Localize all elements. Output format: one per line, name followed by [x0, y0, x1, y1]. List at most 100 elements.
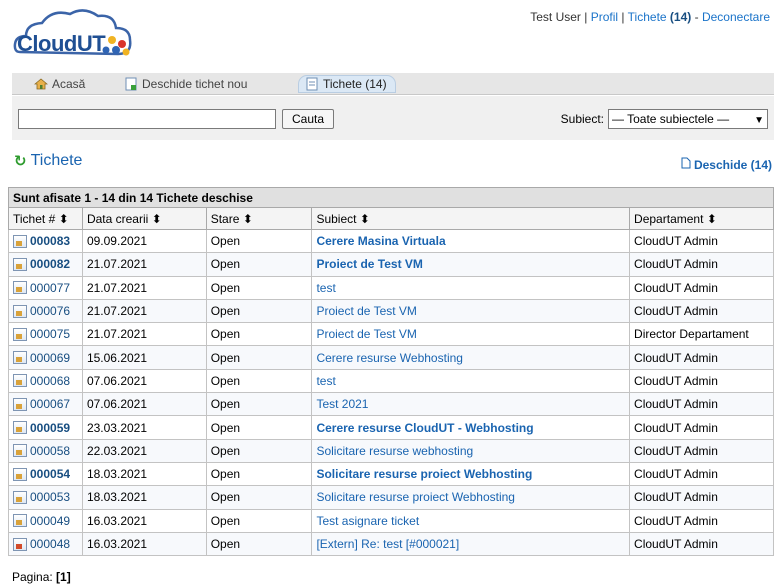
subject-cell: Cerere resurse CloudUT - Webhosting: [311, 415, 631, 440]
table-row[interactable]: 000075 21.07.2021 Open Proiect de Test VM Di…: [8, 322, 774, 347]
table-row[interactable]: 000076 21.07.2021 Open Proiect de Test VM Cl…: [8, 298, 774, 324]
subject-link[interactable]: test: [316, 374, 335, 388]
ticket-number-link[interactable]: 000082: [30, 257, 70, 271]
subject-link[interactable]: test: [316, 281, 335, 295]
ticket-number-cell: 000058: [8, 438, 83, 463]
ticket-number-link[interactable]: 000058: [30, 444, 70, 458]
ticket-status: Open: [205, 508, 313, 533]
created-date: 18.03.2021: [81, 485, 207, 510]
department: CloudUT Admin: [629, 368, 774, 394]
nav-home[interactable]: Acasă: [33, 75, 91, 93]
col-department[interactable]: Departament ⬍: [629, 207, 774, 230]
subject-link[interactable]: Test 2021: [316, 397, 368, 411]
cloudut-logo[interactable]: CloudUT: [12, 6, 172, 62]
ticket-number-link[interactable]: 000067: [30, 397, 70, 411]
nav-new-ticket[interactable]: Deschide tichet nou: [124, 75, 253, 93]
ticket-icon: [13, 467, 27, 481]
subject-link[interactable]: Proiect de Test VM: [316, 257, 422, 271]
pagination: Pagina: [1]: [12, 570, 71, 584]
subject-link[interactable]: [Extern] Re: test [#000021]: [316, 537, 459, 551]
col-status[interactable]: Stare ⬍: [205, 207, 313, 230]
ticket-number-link[interactable]: 000075: [30, 327, 70, 341]
department: CloudUT Admin: [629, 415, 774, 440]
search-input[interactable]: [18, 109, 276, 129]
table-row[interactable]: 000067 07.06.2021 Open Test 2021 CloudUT Adm…: [8, 392, 774, 417]
col-subject[interactable]: Subiect ⬍: [311, 207, 631, 230]
ticket-icon: [13, 514, 27, 528]
ticket-icon: [13, 304, 27, 318]
subject-cell: [Extern] Re: test [#000021]: [311, 531, 631, 557]
subject-cell: Proiect de Test VM: [311, 298, 631, 324]
table-row[interactable]: 000082 21.07.2021 Open Proiect de Test VM Cl…: [8, 252, 774, 277]
logo-text: CloudUT: [17, 31, 106, 56]
ticket-status: Open: [205, 368, 313, 394]
ticket-number-link[interactable]: 000049: [30, 514, 70, 528]
ticket-number-cell: 000048: [8, 531, 83, 557]
main-nav: Acasă Deschide tichet nou Tichete (14): [12, 73, 774, 95]
open-tickets-link[interactable]: Deschide (14): [681, 157, 772, 172]
created-date: 21.07.2021: [81, 322, 207, 347]
department: CloudUT Admin: [629, 461, 774, 487]
search-button[interactable]: Cauta: [282, 109, 334, 129]
ticket-number-link[interactable]: 000054: [30, 467, 70, 481]
table-row[interactable]: 000054 18.03.2021 Open Solicitare resurse p…: [8, 461, 774, 487]
table-row[interactable]: 000053 18.03.2021 Open Solicitare resurse p…: [8, 485, 774, 510]
ticket-status: Open: [205, 438, 313, 463]
ticket-number-link[interactable]: 000077: [30, 281, 70, 295]
ticket-number-link[interactable]: 000068: [30, 374, 70, 388]
ticket-number-link[interactable]: 000048: [30, 537, 70, 551]
profile-link[interactable]: Profil: [591, 10, 618, 24]
subject-link[interactable]: Cerere resurse Webhosting: [316, 351, 463, 365]
ticket-icon: [13, 421, 27, 435]
ticket-number-link[interactable]: 000053: [30, 490, 70, 504]
created-date: 15.06.2021: [81, 345, 207, 370]
ticket-number-cell: 000077: [8, 275, 83, 300]
created-date: 07.06.2021: [81, 392, 207, 417]
ticket-number-cell: 000076: [8, 298, 83, 324]
ticket-status: Open: [205, 345, 313, 370]
department: CloudUT Admin: [629, 252, 774, 277]
nav-tickets[interactable]: Tichete (14): [298, 75, 396, 93]
external-ticket-icon: [13, 537, 27, 551]
table-row[interactable]: 000077 21.07.2021 Open test CloudUT Admin: [8, 275, 774, 300]
ticket-status: Open: [205, 252, 313, 277]
ticket-status: Open: [205, 392, 313, 417]
subject-cell: Solicitare resurse proiect Webhosting: [311, 461, 631, 487]
subject-link[interactable]: Solicitare resurse proiect Webhosting: [316, 490, 515, 504]
tickets-link[interactable]: Tichete (14): [628, 10, 692, 24]
table-row[interactable]: 000058 22.03.2021 Open Solicitare resurse w…: [8, 438, 774, 463]
created-date: 21.07.2021: [81, 298, 207, 324]
tickets-table: Sunt afisate 1 - 14 din 14 Tichete desch…: [8, 187, 774, 557]
subject-link[interactable]: Cerere Masina Virtuala: [316, 234, 445, 248]
subject-link[interactable]: Proiect de Test VM: [316, 327, 417, 341]
department: CloudUT Admin: [629, 298, 774, 324]
refresh-icon[interactable]: ↻: [14, 152, 27, 170]
ticket-number-link[interactable]: 000083: [30, 234, 70, 248]
subject-link[interactable]: Solicitare resurse webhosting: [316, 444, 473, 458]
table-row[interactable]: 000068 07.06.2021 Open test CloudUT Admin: [8, 368, 774, 394]
table-row[interactable]: 000059 23.03.2021 Open Cerere resurse Cloud…: [8, 415, 774, 440]
subject-link[interactable]: Test asignare ticket: [316, 514, 419, 528]
header: CloudUT Test User | Profil | Tichete (14…: [0, 0, 776, 68]
subject-link[interactable]: Proiect de Test VM: [316, 304, 417, 318]
subject-link[interactable]: Solicitare resurse proiect Webhosting: [316, 467, 532, 481]
ticket-number-link[interactable]: 000069: [30, 351, 70, 365]
department: CloudUT Admin: [629, 531, 774, 557]
col-created-date[interactable]: Data crearii ⬍: [81, 207, 207, 230]
ticket-number-link[interactable]: 000076: [30, 304, 70, 318]
ticket-number-link[interactable]: 000059: [30, 421, 70, 435]
table-row[interactable]: 000069 15.06.2021 Open Cerere resurse Webho…: [8, 345, 774, 370]
col-ticket-number[interactable]: Tichet # ⬍: [8, 207, 83, 230]
logout-link[interactable]: Deconectare: [702, 10, 770, 24]
department: CloudUT Admin: [629, 485, 774, 510]
subject-link[interactable]: Cerere resurse CloudUT - Webhosting: [316, 421, 533, 435]
created-date: 23.03.2021: [81, 415, 207, 440]
subject-select[interactable]: — Toate subiectele — ▼: [608, 109, 768, 129]
ticket-number-cell: 000053: [8, 485, 83, 510]
table-row[interactable]: 000048 16.03.2021 Open [Extern] Re: test [#…: [8, 531, 774, 557]
department: CloudUT Admin: [629, 228, 774, 254]
subject-cell: Cerere resurse Webhosting: [311, 345, 631, 370]
table-row[interactable]: 000083 09.09.2021 Open Cerere Masina Virtua…: [8, 228, 774, 254]
current-page[interactable]: [1]: [56, 570, 71, 584]
table-row[interactable]: 000049 16.03.2021 Open Test asignare ticket…: [8, 508, 774, 533]
